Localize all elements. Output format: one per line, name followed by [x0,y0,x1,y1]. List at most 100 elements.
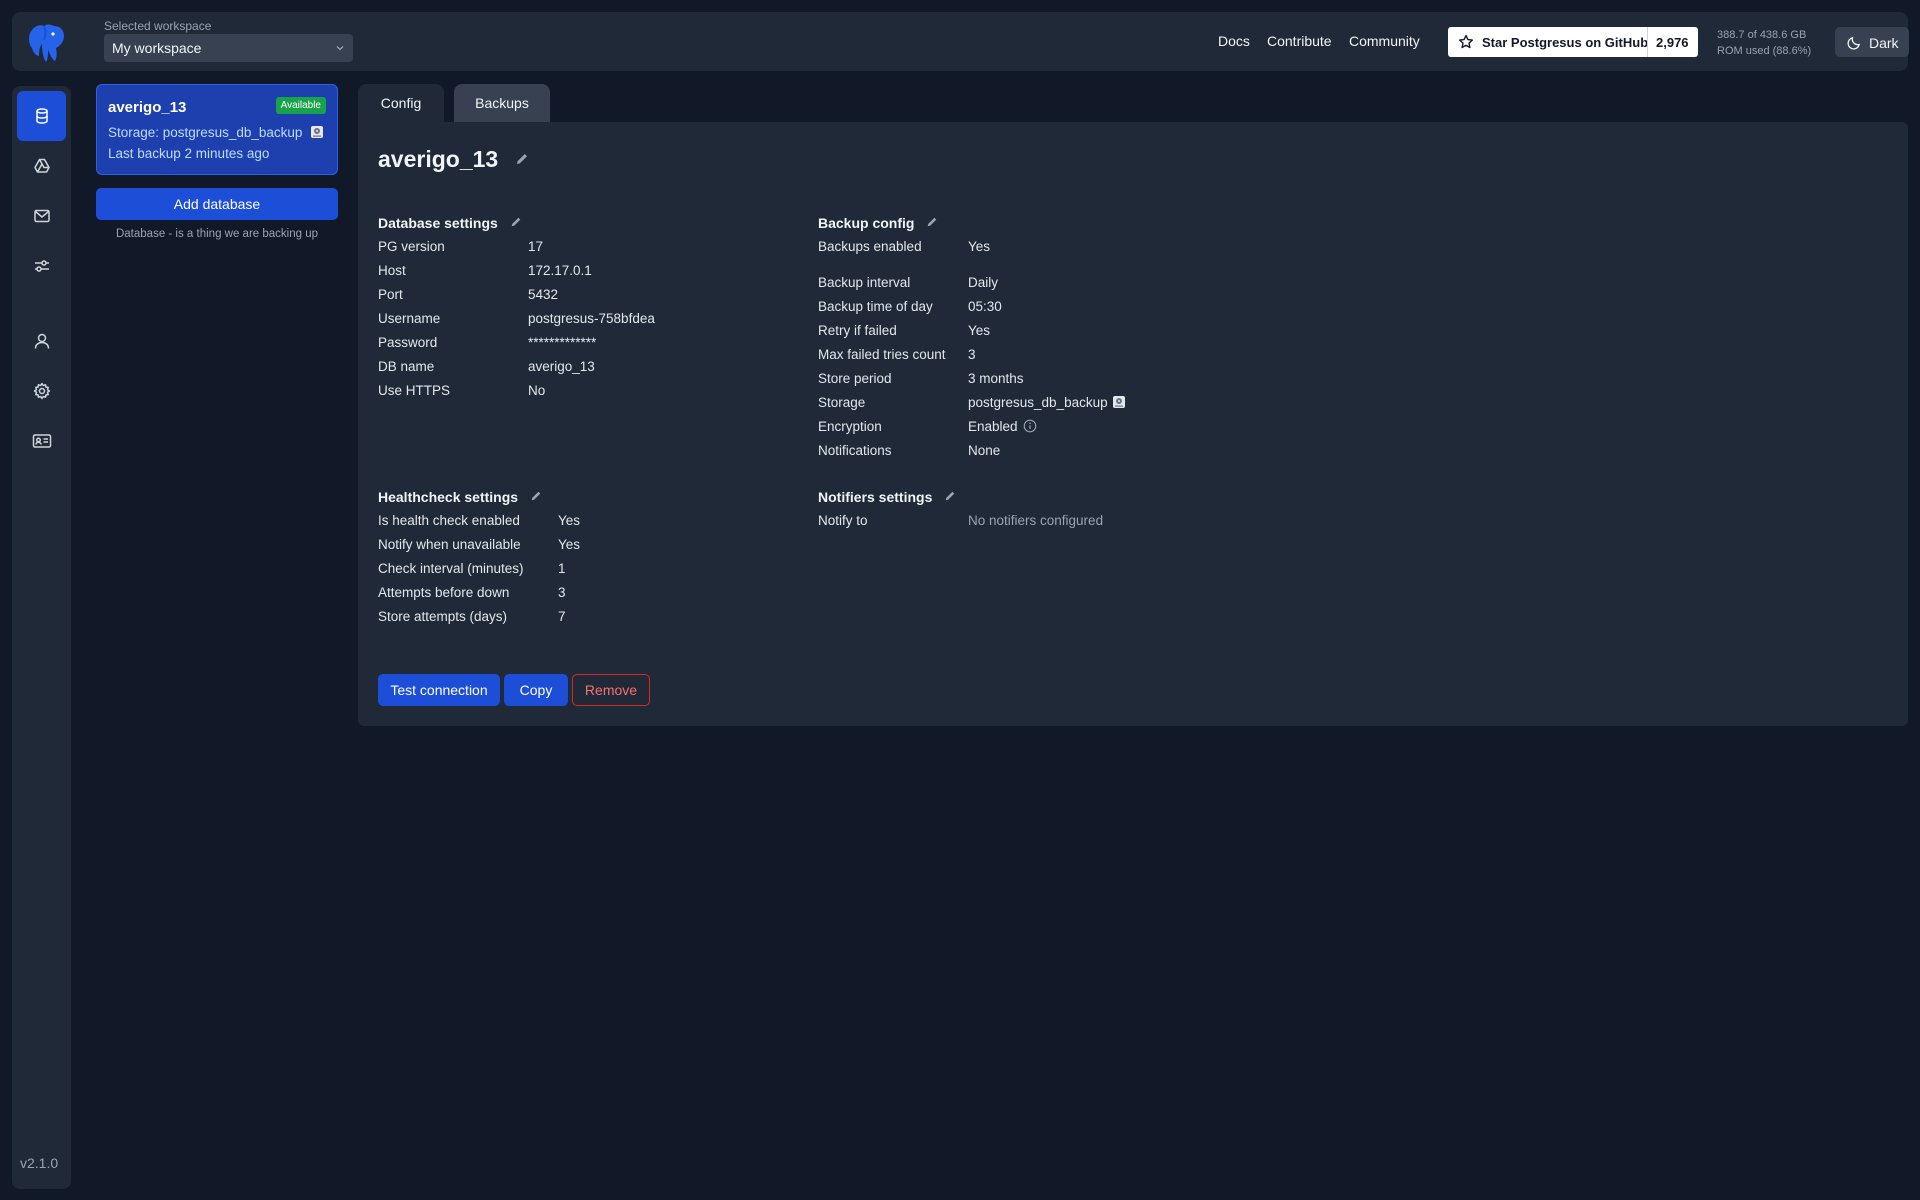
test-connection-button[interactable]: Test connection [378,674,500,706]
settings-row: Use HTTPS No [378,379,798,403]
tab-backups[interactable]: Backups [454,84,550,122]
notifiers-settings-heading: Notifiers settings [818,489,1238,509]
settings-row-value-text: 7 [558,609,566,624]
workspace-select[interactable]: My workspace [104,34,353,62]
page-title: averigo_13 [378,146,529,173]
chevron-down-icon [336,46,344,51]
settings-row-label: Storage [818,395,866,410]
settings-row-value: 3 [968,343,976,367]
sidebar-item-settings[interactable] [17,366,66,416]
settings-row-value-text: Yes [558,513,581,528]
settings-row-value-text: 5432 [528,287,559,302]
tab-config[interactable]: Config [358,84,444,122]
settings-row-label: Store attempts (days) [378,609,508,624]
info-icon[interactable] [1023,419,1037,433]
settings-row-value-text: postgresus-758bfdea [528,311,655,326]
notifiers-settings-section: Notifiers settings Notify to No notifiers… [818,489,1238,533]
settings-row-value-text: No [528,383,546,398]
database-storage-text: Storage: postgresus_db_backup [108,125,303,140]
backup-config-heading: Backup config [818,215,1238,235]
sidebar-item-users[interactable] [17,316,66,366]
user-icon [34,333,49,349]
healthcheck-settings-section: Healthcheck settings Is health check ena… [378,489,798,629]
workspace-select-value: My workspace [112,40,202,56]
copy-button[interactable]: Copy [504,674,568,706]
nav-contribute-link[interactable]: Contribute [1267,33,1332,49]
settings-row: Is health check enabled Yes [378,509,798,533]
settings-row-value: 17 [528,235,543,259]
settings-row-value: postgresus_db_backup [968,391,1126,415]
settings-row-label: Store period [818,371,892,386]
disk-icon [311,126,324,138]
app-version: v2.1.0 [20,1155,59,1171]
settings-row-label: Is health check enabled [378,513,520,528]
database-storage: Storage: postgresus_db_backup [108,125,324,140]
sidebar-item-settings-sliders[interactable] [17,241,66,291]
settings-row: Check interval (minutes) 1 [378,557,798,581]
settings-row: Notify when unavailable Yes [378,533,798,557]
edit-notifiers-pencil-icon[interactable] [944,490,956,502]
settings-row-label: Attempts before down [378,585,510,600]
id-card-icon [32,434,51,448]
notifiers-settings-rows: Notify to No notifiers configured [818,509,1238,533]
add-database-hint: Database - is a thing we are backing up [115,228,318,240]
settings-row: Max failed tries count 3 [818,343,1238,367]
edit-database-settings-pencil-icon[interactable] [510,216,522,228]
settings-row-value-text: 3 [968,347,976,362]
config-panel: averigo_13 Database settings PG version 1… [358,122,1908,726]
settings-row-label: Notify when unavailable [378,537,521,552]
settings-row-value-text: Enabled [968,419,1018,434]
settings-row-label: Backup time of day [818,299,933,314]
workspace-label: Selected workspace [104,19,212,33]
database-settings-rows: PG version 17 Host 172.17.0.1 Port 5432 Userna… [378,235,798,403]
settings-row-value: postgresus-758bfdea [528,307,655,331]
settings-row-label: PG version [378,239,445,254]
settings-row-value-text: 3 [558,585,566,600]
disk-icon [1112,396,1125,408]
gear-icon [33,382,50,400]
github-star-button[interactable]: Star Postgresus on GitHub 2,976 [1448,27,1698,57]
database-list-item[interactable]: averigo_13 Available Storage: postgresus… [96,84,338,175]
divider [1647,27,1648,57]
settings-row: Encryption Enabled [818,415,1238,439]
sidebar-item-databases[interactable] [17,91,66,141]
sidebar-item-notifiers[interactable] [17,191,66,241]
remove-button[interactable]: Remove [572,674,650,706]
settings-row: Store period 3 months [818,367,1238,391]
edit-title-pencil-icon[interactable] [515,152,529,166]
settings-row-value-text: Yes [558,537,581,552]
github-star-count: 2,976 [1656,35,1689,50]
database-last-backup: Last backup 2 minutes ago [108,146,270,161]
nav-community-link[interactable]: Community [1349,33,1420,49]
settings-row-value: Enabled [968,415,1037,439]
settings-row: Backup interval Daily [818,271,1238,295]
settings-row: Attempts before down 3 [378,581,798,605]
settings-row-value: 5432 [528,283,558,307]
sidebar-item-storages[interactable] [17,141,66,191]
settings-row: Notifications None [818,439,1238,463]
settings-row: Port 5432 [378,283,798,307]
database-settings-section: Database settings PG version 17 Host 172.17… [378,215,798,403]
settings-row-value-text: 17 [528,239,544,254]
notifiers-settings-heading-text: Notifiers settings [818,489,933,505]
page-title-text: averigo_13 [378,146,499,172]
settings-row-value-text: 05:30 [968,299,1002,314]
backup-config-rows: Backups enabled Yes Backup interval Daily Ba… [818,235,1238,463]
settings-row-label: DB name [378,359,435,374]
sidebar-item-profile[interactable] [17,416,66,466]
edit-healthcheck-pencil-icon[interactable] [530,490,542,502]
healthcheck-settings-heading-text: Healthcheck settings [378,489,519,505]
rom-usage-percent: ROM used (88.6%) [1717,45,1812,57]
settings-row: Storage postgresus_db_backup [818,391,1238,415]
settings-row-label: Encryption [818,419,882,434]
postgresus-elephant-logo[interactable] [24,20,68,64]
settings-row-label: Password [378,335,438,350]
add-database-button[interactable]: Add database [96,188,338,220]
edit-backup-config-pencil-icon[interactable] [926,216,938,228]
notifiers-icon [33,209,50,223]
theme-toggle-button[interactable]: Dark [1835,27,1909,57]
nav-docs-link[interactable]: Docs [1218,33,1250,49]
settings-row-value: 7 [558,605,566,629]
settings-row: Notify to No notifiers configured [818,509,1238,533]
rom-usage-amount: 388.7 of 438.6 GB [1717,29,1807,41]
